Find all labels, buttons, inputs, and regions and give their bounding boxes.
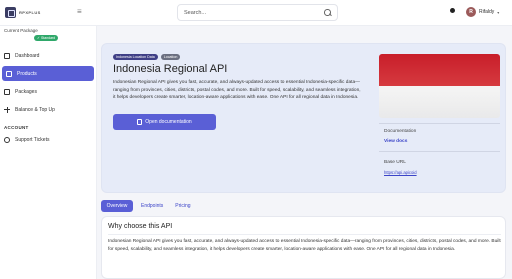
base-url-link[interactable]: https://api.apicoid — [384, 170, 417, 175]
support-icon — [4, 136, 10, 143]
product-hero-card: Indonesia Location Data Location Indones… — [101, 43, 506, 193]
category-tag: Indonesia Location Data — [113, 54, 158, 60]
tab-pricing[interactable]: Pricing — [171, 200, 194, 212]
package-icon — [4, 88, 10, 95]
section-title: Why choose this API — [108, 223, 173, 230]
search-input[interactable]: Search... — [177, 4, 338, 21]
divider — [379, 151, 500, 152]
sidebar-item-dashboard[interactable]: Dashboard — [0, 48, 94, 63]
product-info-panel: Documentation View docs Base URL https:/… — [379, 54, 500, 184]
package-badge: ✓ Standard — [34, 35, 59, 41]
search-placeholder: Search... — [184, 9, 207, 16]
grid-icon — [4, 52, 10, 59]
category-tag: Location — [160, 54, 181, 60]
sidebar-item-label: Packages — [15, 88, 37, 95]
sidebar-item-label: Support Tickets — [15, 136, 50, 143]
divider — [108, 234, 501, 235]
tab-overview[interactable]: Overview — [101, 200, 133, 212]
search-icon — [324, 9, 331, 16]
why-choose-card: Why choose this API Indonesian Regional … — [101, 216, 506, 279]
sidebar-item-balance[interactable]: Balance & Top Up — [0, 102, 94, 117]
sidebar-item-label: Balance & Top Up — [15, 106, 55, 113]
sidebar-item-label: Products — [17, 70, 37, 77]
documentation-label: Documentation — [384, 129, 417, 134]
user-menu[interactable]: R Rifaldy ▾ — [466, 7, 499, 17]
current-package-label: Current Package — [4, 28, 38, 33]
tag-list: Indonesia Location Data Location — [113, 54, 181, 60]
divider — [379, 123, 500, 124]
logo[interactable]: RPXPLUS — [5, 7, 41, 18]
product-description: Indonesian Regional API gives you fast, … — [113, 80, 361, 101]
view-docs-link[interactable]: View docs — [384, 139, 407, 144]
page-title: Indonesia Regional API — [113, 63, 228, 75]
hamburger-menu-icon[interactable]: ≡ — [77, 8, 82, 16]
top-header: RPXPLUS ≡ Search... R Rifaldy ▾ — [0, 0, 512, 26]
avatar: R — [466, 7, 476, 17]
logo-icon — [5, 7, 16, 18]
open-documentation-label: Open documentation — [145, 119, 192, 125]
document-icon — [137, 119, 143, 125]
user-name: Rifaldy — [479, 9, 495, 15]
theme-toggle-icon[interactable] — [450, 8, 455, 13]
indonesia-flag-image — [379, 54, 500, 118]
plus-icon — [4, 106, 10, 113]
section-text: Indonesian Regional API gives you fast, … — [108, 239, 501, 252]
open-documentation-button[interactable]: Open documentation — [113, 114, 216, 130]
sidebar-item-packages[interactable]: Packages — [0, 84, 94, 99]
sidebar-item-support[interactable]: Support Tickets — [0, 132, 94, 147]
base-url-label: Base URL — [384, 160, 406, 165]
chevron-down-icon: ▾ — [497, 9, 500, 15]
sidebar-item-label: Dashboard — [15, 52, 40, 59]
account-section-label: ACCOUNT — [4, 125, 29, 130]
sidebar-item-products[interactable]: Products — [2, 66, 94, 81]
sidebar: Current Package ✓ Standard Dashboard Pro… — [0, 26, 97, 279]
product-tabs: Overview Endpoints Pricing — [101, 200, 195, 212]
logo-text: RPXPLUS — [19, 10, 41, 15]
package-badge-label: Standard — [40, 36, 56, 40]
tab-endpoints[interactable]: Endpoints — [137, 200, 167, 212]
box-icon — [6, 70, 12, 77]
